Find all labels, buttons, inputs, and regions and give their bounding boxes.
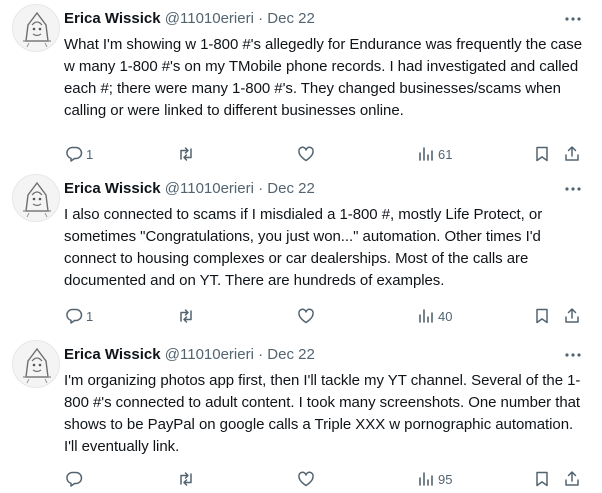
avatar[interactable]	[12, 174, 60, 222]
reply-button[interactable]: 1	[64, 142, 93, 166]
more-button[interactable]	[564, 179, 582, 199]
views-button[interactable]: 61	[416, 142, 452, 166]
bookmark-icon	[536, 308, 548, 324]
more-dots-icon	[565, 187, 581, 191]
tweet-2[interactable]: Erica Wissick @11010erieri · Dec 22 I al…	[0, 170, 602, 336]
views-button[interactable]: 40	[416, 304, 452, 328]
author-handle[interactable]: @11010erieri	[165, 10, 254, 27]
reply-icon	[66, 471, 83, 487]
retweet-button[interactable]	[176, 142, 198, 166]
reply-icon	[66, 146, 83, 162]
tweet-1[interactable]: Erica Wissick @11010erieri · Dec 22 What…	[0, 0, 602, 170]
retweet-button[interactable]	[176, 304, 198, 328]
separator: ·	[258, 10, 264, 27]
reply-count: 1	[86, 308, 94, 324]
like-heart-icon	[298, 308, 314, 324]
share-button[interactable]	[562, 467, 582, 491]
tweet-text: What I'm showing w 1-800 #'s allegedly f…	[64, 36, 583, 119]
avatar[interactable]	[12, 340, 60, 388]
reply-button[interactable]	[64, 467, 86, 491]
tweet-date[interactable]: Dec 22	[267, 346, 315, 363]
tweet-text: I'm organizing photos app first, then I'…	[64, 372, 581, 455]
views-bar-chart-icon	[419, 147, 433, 161]
author-name[interactable]: Erica Wissick	[64, 180, 161, 197]
like-button[interactable]	[296, 304, 318, 328]
tweet-header: Erica Wissick @11010erieri · Dec 22	[64, 179, 572, 199]
retweet-button[interactable]	[176, 467, 198, 491]
bookmark-button[interactable]	[532, 304, 552, 328]
views-button[interactable]: 95	[416, 467, 452, 491]
more-dots-icon	[565, 17, 581, 21]
tweet-text: I also connected to scams if I misdialed…	[64, 206, 543, 289]
author-handle[interactable]: @11010erieri	[165, 180, 254, 197]
retweet-icon	[180, 147, 192, 161]
more-button[interactable]	[564, 345, 582, 365]
more-button[interactable]	[564, 9, 582, 29]
separator: ·	[258, 346, 264, 363]
separator: ·	[258, 180, 264, 197]
share-icon	[565, 308, 579, 323]
views-count: 61	[438, 146, 453, 162]
share-button[interactable]	[562, 304, 582, 328]
bookmark-icon	[536, 471, 548, 487]
avatar-sketch-icon	[13, 175, 59, 221]
more-dots-icon	[565, 353, 581, 357]
tweet-actions: 1 61	[64, 142, 588, 166]
tweet-date[interactable]: Dec 22	[267, 180, 315, 197]
share-icon	[565, 471, 579, 486]
views-count: 95	[438, 471, 453, 487]
tweet-header: Erica Wissick @11010erieri · Dec 22	[64, 9, 572, 29]
bookmark-button[interactable]	[532, 467, 552, 491]
views-bar-chart-icon	[419, 309, 433, 323]
like-heart-icon	[298, 146, 314, 162]
like-heart-icon	[298, 471, 314, 487]
tweet-actions: 1 40	[64, 304, 588, 328]
tweet-actions: 95	[64, 467, 588, 491]
avatar-sketch-icon	[13, 5, 59, 51]
reply-icon	[66, 308, 83, 324]
retweet-icon	[180, 309, 192, 323]
like-button[interactable]	[296, 142, 318, 166]
reply-count: 1	[86, 146, 94, 162]
share-button[interactable]	[562, 142, 582, 166]
tweet-header: Erica Wissick @11010erieri · Dec 22	[64, 345, 572, 365]
views-count: 40	[438, 308, 453, 324]
author-handle[interactable]: @11010erieri	[165, 346, 254, 363]
author-name[interactable]: Erica Wissick	[64, 10, 161, 27]
share-icon	[565, 146, 579, 161]
retweet-icon	[180, 472, 192, 486]
author-name[interactable]: Erica Wissick	[64, 346, 161, 363]
reply-button[interactable]: 1	[64, 304, 93, 328]
avatar[interactable]	[12, 4, 60, 52]
views-bar-chart-icon	[419, 472, 433, 486]
tweet-3[interactable]: Erica Wissick @11010erieri · Dec 22 I'm …	[0, 336, 602, 493]
avatar-sketch-icon	[13, 341, 59, 387]
bookmark-button[interactable]	[532, 142, 552, 166]
bookmark-icon	[536, 146, 548, 162]
tweet-thread: Erica Wissick @11010erieri · Dec 22 What…	[0, 0, 602, 493]
tweet-date[interactable]: Dec 22	[267, 10, 315, 27]
like-button[interactable]	[296, 467, 318, 491]
